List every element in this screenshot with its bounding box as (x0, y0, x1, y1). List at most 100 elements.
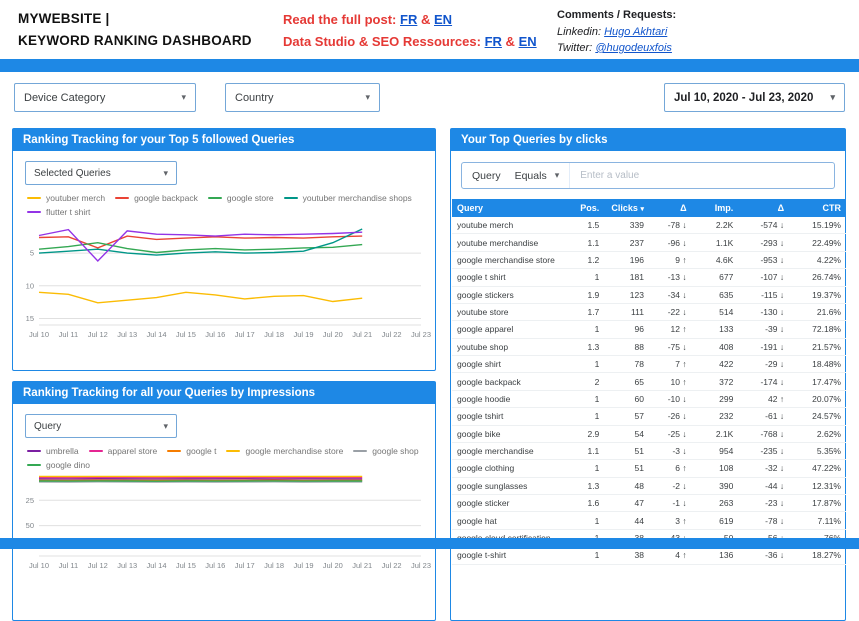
chevron-down-icon: ▾ (555, 170, 560, 181)
cell-clicks-delta: -96 ↓ (649, 234, 692, 251)
chevron-down-icon: ▾ (365, 92, 370, 103)
dashboard-title: KEYWORD RANKING DASHBOARD (18, 30, 252, 52)
filter-value-input[interactable] (578, 169, 826, 182)
cell-clicks: 196 (604, 251, 649, 268)
date-range-picker[interactable]: Jul 10, 2020 - Jul 23, 2020 ▾ (664, 83, 845, 112)
panel-title: Ranking Tracking for your Top 5 followed… (13, 129, 435, 151)
resources-en-link[interactable]: EN (519, 34, 537, 49)
linkedin-label: Linkedin: (557, 26, 601, 38)
cell-impressions: 677 (692, 269, 739, 286)
table-row[interactable]: google t shirt1181-13 ↓677-107 ↓26.74% (452, 269, 846, 286)
table-row[interactable]: google merchandise store1.21969 ↑4.6K-95… (452, 251, 846, 268)
table-row[interactable]: youtube store1.7111-22 ↓514-130 ↓21.6% (452, 303, 846, 320)
top5-rank-line-chart[interactable]: 51015Jul 10Jul 11Jul 12Jul 13Jul 14Jul 1… (17, 219, 431, 341)
column-header-ctr[interactable]: CTR (789, 199, 846, 217)
legend-item[interactable]: google backpack (115, 193, 198, 203)
legend-label: google merchandise store (245, 446, 343, 456)
legend-item[interactable]: google store (208, 193, 274, 203)
column-header-clicks[interactable]: Clicks ▾ (604, 199, 649, 217)
selected-queries-filter[interactable]: Selected Queries ▾ (25, 161, 177, 185)
table-row[interactable]: google tshirt157-26 ↓232-61 ↓24.57% (452, 408, 846, 425)
cell-ctr: 20.07% (789, 390, 846, 407)
svg-text:Jul 11: Jul 11 (59, 330, 78, 339)
svg-text:Jul 22: Jul 22 (382, 561, 402, 570)
cell-impressions-delta: -293 ↓ (738, 234, 789, 251)
cell-ctr: 17.87% (789, 495, 846, 512)
query-filter-dropdown[interactable]: Query ▾ (25, 414, 177, 438)
table-row[interactable]: google sticker1.647-1 ↓263-23 ↓17.87% (452, 495, 846, 512)
table-row[interactable]: youtube shop1.388-75 ↓408-191 ↓21.57% (452, 338, 846, 355)
cell-clicks: 237 (604, 234, 649, 251)
cell-position: 1.1 (570, 442, 605, 459)
legend-item[interactable]: youtuber merch (27, 193, 105, 203)
cell-impressions: 372 (692, 373, 739, 390)
legend-item[interactable]: google merchandise store (226, 446, 343, 456)
impressions-rank-line-chart[interactable]: 2550Jul 10Jul 11Jul 12Jul 13Jul 14Jul 15… (17, 472, 431, 572)
country-filter[interactable]: Country ▾ (225, 83, 380, 112)
table-row[interactable]: google hat1443 ↑619-78 ↓7.11% (452, 512, 846, 529)
column-header-query[interactable]: Query (452, 199, 570, 217)
legend-item[interactable]: flutter t shirt (27, 207, 90, 217)
table-row[interactable]: google apparel19612 ↑133-39 ↓72.18% (452, 321, 846, 338)
filter-operator-dropdown[interactable]: Equals ▾ (513, 170, 570, 182)
table-row[interactable]: google sunglasses1.348-2 ↓390-44 ↓12.31% (452, 477, 846, 494)
cell-ctr: 7.11% (789, 512, 846, 529)
read-post-line: Read the full post: FR & EN (283, 9, 537, 31)
post-en-link[interactable]: EN (434, 12, 452, 27)
cell-impressions-delta: -61 ↓ (738, 408, 789, 425)
svg-text:Jul 14: Jul 14 (146, 330, 166, 339)
filter-input-wrap (569, 163, 834, 188)
column-header-delta[interactable]: Δ (738, 199, 789, 217)
table-row[interactable]: google stickers1.9123-34 ↓635-115 ↓19.37… (452, 286, 846, 303)
table-row[interactable]: youtube merchandise1.1237-96 ↓1.1K-293 ↓… (452, 234, 846, 251)
cell-impressions: 133 (692, 321, 739, 338)
column-header-pos[interactable]: Pos. (570, 199, 605, 217)
legend-label: umbrella (46, 446, 79, 456)
cell-position: 1.7 (570, 303, 605, 320)
cell-impressions-delta: -768 ↓ (738, 425, 789, 442)
svg-text:Jul 22: Jul 22 (382, 330, 402, 339)
cell-clicks: 57 (604, 408, 649, 425)
read-post-label: Read the full post: (283, 12, 396, 27)
cell-position: 2 (570, 373, 605, 390)
device-category-filter[interactable]: Device Category ▾ (14, 83, 196, 112)
resources-fr-link[interactable]: FR (485, 34, 502, 49)
cell-query: google merchandise (452, 442, 570, 459)
table-row[interactable]: google shirt1787 ↑422-29 ↓18.48% (452, 356, 846, 373)
twitter-link[interactable]: @hugodeuxfois (595, 42, 672, 54)
table-row[interactable]: google hoodie160-10 ↓29942 ↑20.07% (452, 390, 846, 407)
legend-item[interactable]: google t (167, 446, 216, 456)
table-row[interactable]: google clothing1516 ↑108-32 ↓47.22% (452, 460, 846, 477)
legend-item[interactable]: youtuber merchandise shops (284, 193, 412, 203)
legend-item[interactable]: google shop (353, 446, 418, 456)
legend-item[interactable]: apparel store (89, 446, 158, 456)
cell-impressions: 4.6K (692, 251, 739, 268)
legend-label: google store (227, 193, 274, 203)
contact-block: Comments / Requests: Linkedin: Hugo Akht… (557, 7, 676, 57)
table-row[interactable]: google backpack26510 ↑372-174 ↓17.47% (452, 373, 846, 390)
legend-label: google t (186, 446, 216, 456)
cell-position: 1 (570, 408, 605, 425)
linkedin-link[interactable]: Hugo Akhtari (604, 26, 667, 38)
device-category-label: Device Category (24, 92, 105, 104)
column-header-imp[interactable]: Imp. (692, 199, 739, 217)
column-header-delta[interactable]: Δ (649, 199, 692, 217)
legend-item[interactable]: umbrella (27, 446, 79, 456)
legend-item[interactable]: google dino (27, 460, 90, 470)
svg-text:Jul 10: Jul 10 (29, 330, 49, 339)
cell-clicks-delta: -1 ↓ (649, 495, 692, 512)
selected-queries-label: Selected Queries (34, 168, 111, 179)
cell-position: 1.9 (570, 286, 605, 303)
cell-clicks-delta: 6 ↑ (649, 460, 692, 477)
comments-label: Comments / Requests: (557, 7, 676, 24)
cell-ctr: 4.22% (789, 251, 846, 268)
table-row[interactable]: google t-shirt1384 ↑136-36 ↓18.27% (452, 547, 846, 564)
legend-swatch (167, 450, 181, 453)
table-row[interactable]: youtube merch1.5339-78 ↓2.2K-574 ↓15.19% (452, 217, 846, 234)
cell-clicks: 111 (604, 303, 649, 320)
table-row[interactable]: google bike2.954-25 ↓2.1K-768 ↓2.62% (452, 425, 846, 442)
table-row[interactable]: google merchandise1.151-3 ↓954-235 ↓5.35… (452, 442, 846, 459)
cell-impressions-delta: -574 ↓ (738, 217, 789, 234)
post-fr-link[interactable]: FR (400, 12, 417, 27)
legend-label: google dino (46, 460, 90, 470)
